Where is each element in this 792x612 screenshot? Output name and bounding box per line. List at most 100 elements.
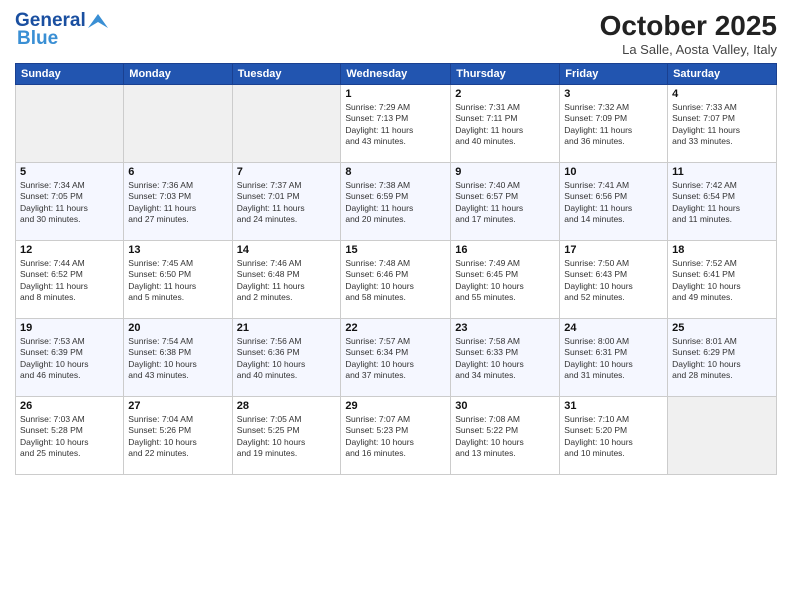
calendar-cell: 9 Sunrise: 7:40 AM Sunset: 6:57 PM Daylig… xyxy=(451,163,560,241)
day-number: 8 xyxy=(345,166,446,178)
day-number: 10 xyxy=(564,166,663,178)
column-header-tuesday: Tuesday xyxy=(232,64,341,85)
location: La Salle, Aosta Valley, Italy xyxy=(600,42,777,57)
day-number: 3 xyxy=(564,88,663,100)
day-number: 20 xyxy=(128,322,227,334)
calendar-cell: 19Sunrise: 7:53 AM Sunset: 6:39 PM Dayli… xyxy=(16,319,124,397)
day-number: 25 xyxy=(672,322,772,334)
month-title: October 2025 xyxy=(600,10,777,42)
column-header-friday: Friday xyxy=(560,64,668,85)
calendar-cell: 4 Sunrise: 7:33 AM Sunset: 7:07 PM Daylig… xyxy=(668,85,777,163)
day-info: Sunrise: 7:31 AM Sunset: 7:11 PM Dayligh… xyxy=(455,102,555,148)
day-info: Sunrise: 7:07 AM Sunset: 5:23 PM Dayligh… xyxy=(345,414,446,460)
calendar-page: General Blue October 2025 La Salle, Aost… xyxy=(0,0,792,612)
calendar-cell: 21Sunrise: 7:56 AM Sunset: 6:36 PM Dayli… xyxy=(232,319,341,397)
calendar-cell: 8 Sunrise: 7:38 AM Sunset: 6:59 PM Daylig… xyxy=(341,163,451,241)
calendar-cell: 10 Sunrise: 7:41 AM Sunset: 6:56 PM Dayli… xyxy=(560,163,668,241)
day-info: Sunrise: 7:08 AM Sunset: 5:22 PM Dayligh… xyxy=(455,414,555,460)
calendar-cell: 24 Sunrise: 8:00 AM Sunset: 6:31 PM Dayli… xyxy=(560,319,668,397)
day-info: Sunrise: 7:50 AM Sunset: 6:43 PM Dayligh… xyxy=(564,258,663,304)
day-info: Sunrise: 7:10 AM Sunset: 5:20 PM Dayligh… xyxy=(564,414,663,460)
day-number: 16 xyxy=(455,244,555,256)
calendar-cell: 23 Sunrise: 7:58 AM Sunset: 6:33 PM Dayli… xyxy=(451,319,560,397)
title-block: October 2025 La Salle, Aosta Valley, Ita… xyxy=(600,10,777,57)
day-number: 9 xyxy=(455,166,555,178)
day-number: 23 xyxy=(455,322,555,334)
day-info: Sunrise: 7:44 AM Sunset: 6:52 PM Dayligh… xyxy=(20,258,119,304)
day-info: Sunrise: 7:32 AM Sunset: 7:09 PM Dayligh… xyxy=(564,102,663,148)
day-number: 28 xyxy=(237,400,337,412)
day-info: Sunrise: 8:00 AM Sunset: 6:31 PM Dayligh… xyxy=(564,336,663,382)
calendar-cell: 13 Sunrise: 7:45 AM Sunset: 6:50 PM Dayli… xyxy=(124,241,232,319)
calendar-cell: 6 Sunrise: 7:36 AM Sunset: 7:03 PM Daylig… xyxy=(124,163,232,241)
day-info: Sunrise: 7:04 AM Sunset: 5:26 PM Dayligh… xyxy=(128,414,227,460)
calendar-table: SundayMondayTuesdayWednesdayThursdayFrid… xyxy=(15,63,777,475)
day-number: 5 xyxy=(20,166,119,178)
day-info: Sunrise: 7:38 AM Sunset: 6:59 PM Dayligh… xyxy=(345,180,446,226)
calendar-cell: 12 Sunrise: 7:44 AM Sunset: 6:52 PM Dayli… xyxy=(16,241,124,319)
calendar-cell xyxy=(232,85,341,163)
calendar-cell: 2 Sunrise: 7:31 AM Sunset: 7:11 PM Daylig… xyxy=(451,85,560,163)
day-number: 2 xyxy=(455,88,555,100)
week-row-3: 12 Sunrise: 7:44 AM Sunset: 6:52 PM Dayli… xyxy=(16,241,777,319)
calendar-cell: 31 Sunrise: 7:10 AM Sunset: 5:20 PM Dayli… xyxy=(560,397,668,475)
logo-blue: Blue xyxy=(17,28,58,50)
calendar-cell: 22Sunrise: 7:57 AM Sunset: 6:34 PM Dayli… xyxy=(341,319,451,397)
calendar-cell: 28 Sunrise: 7:05 AM Sunset: 5:25 PM Dayli… xyxy=(232,397,341,475)
day-number: 7 xyxy=(237,166,337,178)
day-info: Sunrise: 7:42 AM Sunset: 6:54 PM Dayligh… xyxy=(672,180,772,226)
day-number: 29 xyxy=(345,400,446,412)
day-number: 12 xyxy=(20,244,119,256)
calendar-cell xyxy=(124,85,232,163)
day-info: Sunrise: 7:52 AM Sunset: 6:41 PM Dayligh… xyxy=(672,258,772,304)
day-info: Sunrise: 7:37 AM Sunset: 7:01 PM Dayligh… xyxy=(237,180,337,226)
day-info: Sunrise: 7:49 AM Sunset: 6:45 PM Dayligh… xyxy=(455,258,555,304)
day-info: Sunrise: 7:03 AM Sunset: 5:28 PM Dayligh… xyxy=(20,414,119,460)
day-number: 13 xyxy=(128,244,227,256)
calendar-cell: 27 Sunrise: 7:04 AM Sunset: 5:26 PM Dayli… xyxy=(124,397,232,475)
day-number: 26 xyxy=(20,400,119,412)
calendar-cell xyxy=(16,85,124,163)
day-number: 22 xyxy=(345,322,446,334)
calendar-cell: 29 Sunrise: 7:07 AM Sunset: 5:23 PM Dayli… xyxy=(341,397,451,475)
day-info: Sunrise: 7:36 AM Sunset: 7:03 PM Dayligh… xyxy=(128,180,227,226)
calendar-cell: 16 Sunrise: 7:49 AM Sunset: 6:45 PM Dayli… xyxy=(451,241,560,319)
calendar-cell: 15Sunrise: 7:48 AM Sunset: 6:46 PM Dayli… xyxy=(341,241,451,319)
day-info: Sunrise: 7:56 AM Sunset: 6:36 PM Dayligh… xyxy=(237,336,337,382)
calendar-cell: 26 Sunrise: 7:03 AM Sunset: 5:28 PM Dayli… xyxy=(16,397,124,475)
header: General Blue October 2025 La Salle, Aost… xyxy=(15,10,777,57)
day-info: Sunrise: 7:45 AM Sunset: 6:50 PM Dayligh… xyxy=(128,258,227,304)
column-header-wednesday: Wednesday xyxy=(341,64,451,85)
calendar-cell: 5 Sunrise: 7:34 AM Sunset: 7:05 PM Daylig… xyxy=(16,163,124,241)
day-number: 18 xyxy=(672,244,772,256)
day-number: 24 xyxy=(564,322,663,334)
day-info: Sunrise: 7:33 AM Sunset: 7:07 PM Dayligh… xyxy=(672,102,772,148)
column-header-thursday: Thursday xyxy=(451,64,560,85)
logo-bird-icon xyxy=(88,14,108,28)
calendar-cell: 14Sunrise: 7:46 AM Sunset: 6:48 PM Dayli… xyxy=(232,241,341,319)
day-info: Sunrise: 7:46 AM Sunset: 6:48 PM Dayligh… xyxy=(237,258,337,304)
day-info: Sunrise: 7:48 AM Sunset: 6:46 PM Dayligh… xyxy=(345,258,446,304)
day-info: Sunrise: 7:54 AM Sunset: 6:38 PM Dayligh… xyxy=(128,336,227,382)
day-number: 31 xyxy=(564,400,663,412)
calendar-cell: 1 Sunrise: 7:29 AM Sunset: 7:13 PM Daylig… xyxy=(341,85,451,163)
day-info: Sunrise: 7:40 AM Sunset: 6:57 PM Dayligh… xyxy=(455,180,555,226)
calendar-cell: 30 Sunrise: 7:08 AM Sunset: 5:22 PM Dayli… xyxy=(451,397,560,475)
day-number: 11 xyxy=(672,166,772,178)
day-number: 6 xyxy=(128,166,227,178)
day-number: 27 xyxy=(128,400,227,412)
week-row-1: 1 Sunrise: 7:29 AM Sunset: 7:13 PM Daylig… xyxy=(16,85,777,163)
week-row-2: 5 Sunrise: 7:34 AM Sunset: 7:05 PM Daylig… xyxy=(16,163,777,241)
day-number: 4 xyxy=(672,88,772,100)
week-row-4: 19Sunrise: 7:53 AM Sunset: 6:39 PM Dayli… xyxy=(16,319,777,397)
column-header-saturday: Saturday xyxy=(668,64,777,85)
day-info: Sunrise: 7:05 AM Sunset: 5:25 PM Dayligh… xyxy=(237,414,337,460)
week-row-5: 26 Sunrise: 7:03 AM Sunset: 5:28 PM Dayli… xyxy=(16,397,777,475)
day-number: 30 xyxy=(455,400,555,412)
day-info: Sunrise: 7:34 AM Sunset: 7:05 PM Dayligh… xyxy=(20,180,119,226)
day-number: 1 xyxy=(345,88,446,100)
day-info: Sunrise: 7:29 AM Sunset: 7:13 PM Dayligh… xyxy=(345,102,446,148)
day-info: Sunrise: 7:41 AM Sunset: 6:56 PM Dayligh… xyxy=(564,180,663,226)
day-info: Sunrise: 7:58 AM Sunset: 6:33 PM Dayligh… xyxy=(455,336,555,382)
calendar-cell: 11 Sunrise: 7:42 AM Sunset: 6:54 PM Dayli… xyxy=(668,163,777,241)
